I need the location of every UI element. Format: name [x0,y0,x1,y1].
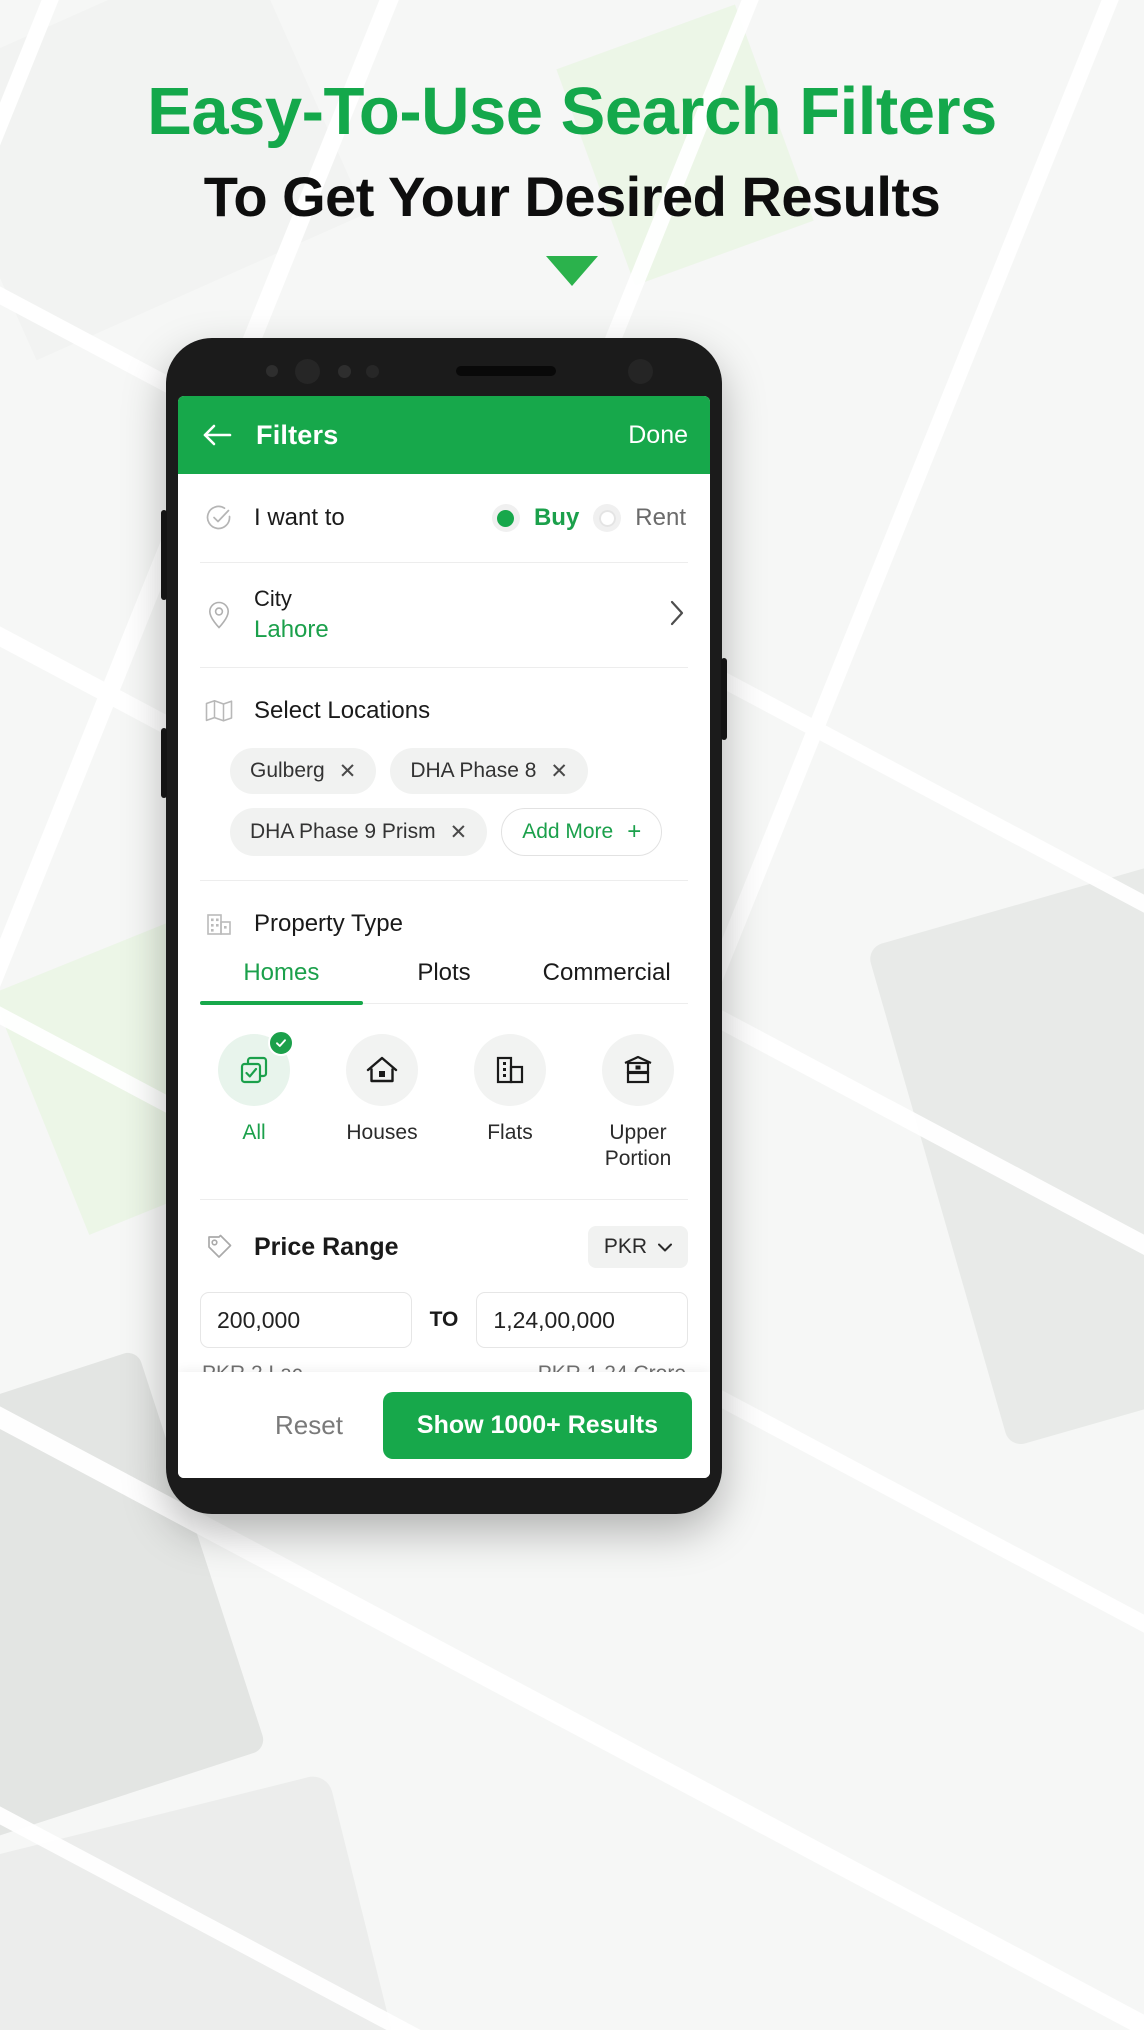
arrow-left-icon [203,424,232,446]
property-type-upper-portion[interactable]: Upper Portion [582,1034,694,1171]
price-tag-icon [202,1230,236,1264]
city-value: Lahore [254,616,329,643]
property-type-label: Upper Portion [604,1121,672,1170]
done-button[interactable]: Done [628,421,688,450]
price-range-inputs: 200,000 TO 1,24,00,000 [178,1268,710,1349]
property-type-flats[interactable]: Flats [454,1034,566,1171]
front-camera-icon [295,359,320,384]
phone-mockup: Filters Done I want to Buy Rent City Lah… [161,338,727,1514]
phone-volume-button [161,510,167,600]
property-type-label: Houses [346,1121,418,1144]
sensor-icon [628,359,653,384]
sensor-icon [366,365,379,378]
checked-squares-icon [218,1030,294,1106]
chip-label: Gulberg [250,759,325,782]
property-type-list[interactable]: All Houses Flats Upper Portion [178,1004,710,1171]
check-circle-icon [202,501,236,535]
section-header-locations: Select Locations [178,668,710,728]
building-icon [202,907,236,941]
property-type-label: All [242,1121,266,1144]
filter-row-city[interactable]: City Lahore [178,563,710,667]
add-more-locations-button[interactable]: Add More + [501,808,663,856]
chevron-down-icon [658,1243,672,1252]
chip-label: DHA Phase 8 [410,759,537,782]
chevron-right-icon[interactable] [668,599,686,632]
locations-title: Select Locations [254,697,431,724]
city-label: City [254,586,292,611]
show-results-button[interactable]: Show 1000+ Results [382,1391,692,1459]
phone-screen: Filters Done I want to Buy Rent City Lah… [178,396,710,1478]
currency-value: PKR [603,1235,647,1259]
tab-plots[interactable]: Plots [363,959,526,1003]
close-icon[interactable]: ✕ [450,822,468,843]
section-header-price-range: Price Range PKR [178,1200,710,1269]
sensor-icon [266,365,278,377]
phone-top-bezel [166,338,722,400]
page-title: Filters [256,419,339,450]
buy-rent-options: Buy Rent [491,504,686,532]
filters-scroll-area[interactable]: I want to Buy Rent City Lahore Select Lo… [178,474,710,1390]
chip-label: DHA Phase 9 Prism [250,820,436,843]
property-type-title: Property Type [254,910,403,937]
i-want-to-label: I want to [254,504,345,531]
price-range-title: Price Range [254,1232,399,1261]
reset-button[interactable]: Reset [261,1400,357,1451]
property-type-houses[interactable]: Houses [326,1034,438,1171]
price-max-input[interactable]: 1,24,00,000 [476,1292,689,1349]
phone-power-button [161,728,167,798]
radio-buy-label[interactable]: Buy [534,504,579,532]
tab-commercial[interactable]: Commercial [525,959,688,1003]
map-icon [202,694,236,728]
app-bar: Filters Done [178,396,710,474]
location-chip[interactable]: Gulberg ✕ [230,748,377,794]
map-block [866,832,1144,1448]
earpiece-speaker [456,366,556,376]
upper-portion-icon [602,1034,674,1106]
house-icon [346,1034,418,1106]
back-button[interactable] [200,420,236,450]
sensor-icon [338,365,351,378]
radio-buy[interactable] [491,504,520,532]
price-separator-label: TO [429,1308,459,1332]
location-chip[interactable]: DHA Phase 8 ✕ [390,748,589,794]
close-icon[interactable]: ✕ [550,761,568,782]
section-header-property-type: Property Type [178,881,710,941]
filters-action-bar: Reset Show 1000+ Results [178,1372,710,1478]
radio-rent-label[interactable]: Rent [635,504,686,532]
location-pin-icon [202,598,236,632]
headline-block: Easy-To-Use Search Filters To Get Your D… [0,78,1144,225]
headline-primary: Easy-To-Use Search Filters [147,74,997,149]
radio-rent[interactable] [593,504,622,532]
check-icon [268,1030,294,1056]
add-more-label: Add More [522,820,614,843]
price-min-input[interactable]: 200,000 [200,1292,412,1349]
tab-homes[interactable]: Homes [200,959,363,1003]
headline-secondary: To Get Your Desired Results [203,165,941,228]
flats-icon [474,1034,546,1106]
filter-row-i-want-to: I want to Buy Rent [178,474,710,562]
currency-selector[interactable]: PKR [587,1226,688,1269]
close-icon[interactable]: ✕ [339,761,357,782]
property-type-all[interactable]: All [198,1030,310,1171]
plus-icon: + [627,818,642,845]
location-chip-list: Gulberg ✕ DHA Phase 8 ✕ DHA Phase 9 Pris… [178,728,710,880]
location-chip[interactable]: DHA Phase 9 Prism ✕ [230,808,488,856]
property-type-label: Flats [487,1121,533,1144]
arrow-down-icon [546,256,598,286]
property-type-tabs: Homes Plots Commercial [200,959,688,1004]
